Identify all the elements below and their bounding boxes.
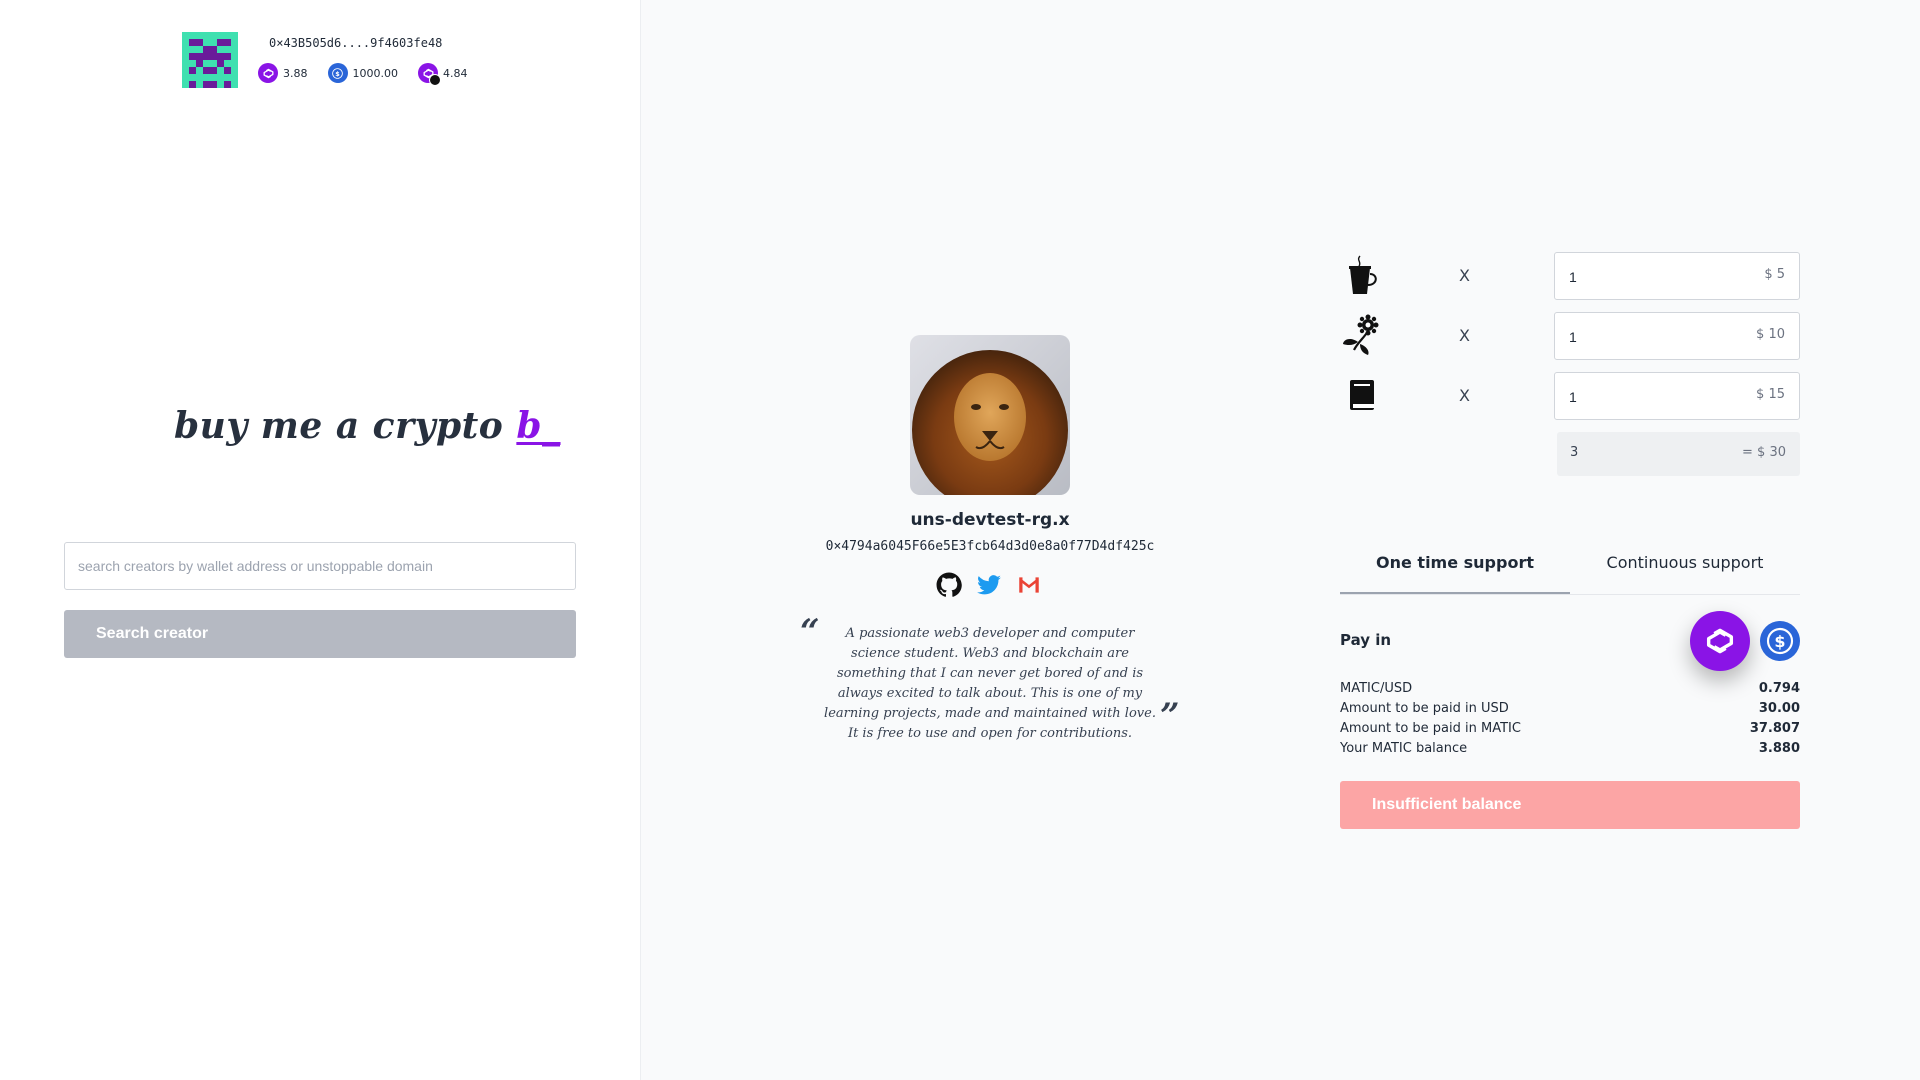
- quantity-input[interactable]: [1555, 313, 1731, 361]
- balance-value: 1000.00: [352, 66, 399, 80]
- item-price: $ 5: [1764, 267, 1785, 282]
- quote-close-icon: ”: [1160, 696, 1180, 736]
- summary-label: MATIC/USD: [1340, 681, 1413, 696]
- summary-row: Amount to be paid in MATIC 37.807: [1340, 721, 1800, 741]
- svg-text:$: $: [1774, 632, 1785, 651]
- twitter-icon[interactable]: [976, 572, 1002, 598]
- wallet-avatar[interactable]: [182, 32, 238, 88]
- creator-avatar: [910, 335, 1070, 495]
- wallet-balances: 3.88 $ 1000.00 4.84: [258, 63, 468, 86]
- balance-value: 4.84: [443, 66, 468, 80]
- summary-value: 37.807: [1749, 721, 1800, 736]
- creator-address[interactable]: 0×4794a6045F66e5E3fcb64d3d0e8a0f77D4df42…: [780, 539, 1200, 554]
- insufficient-balance-button[interactable]: Insufficient balance: [1340, 781, 1800, 829]
- polygon-icon: [1706, 628, 1734, 654]
- summary-label: Your MATIC balance: [1340, 741, 1468, 756]
- search-input[interactable]: [64, 542, 576, 590]
- total-summary: 3 = $ 30: [1557, 432, 1800, 476]
- social-links: [936, 572, 1042, 598]
- quantity-input[interactable]: [1555, 253, 1731, 301]
- gmail-icon[interactable]: [1016, 572, 1042, 598]
- svg-text:$: $: [335, 69, 340, 77]
- summary-label: Amount to be paid in MATIC: [1340, 721, 1521, 736]
- pay-matic-option[interactable]: [1690, 611, 1750, 671]
- left-pane: 0×43B505d6....9f4603fe48 3.88 $ 1000.00 …: [0, 0, 640, 1080]
- summary-value: 30.00: [1758, 701, 1800, 716]
- item-price: $ 10: [1756, 327, 1785, 342]
- summary-row: MATIC/USD 0.794: [1340, 681, 1800, 701]
- logo-text: buy me a crypto: [174, 405, 504, 447]
- app-logo[interactable]: buy me a crypto b_: [174, 405, 561, 447]
- github-icon[interactable]: [936, 572, 962, 598]
- quantity-input[interactable]: [1555, 373, 1731, 421]
- tab-continuous-support[interactable]: Continuous support: [1570, 544, 1800, 592]
- logo-accent: b_: [516, 405, 561, 447]
- summary-row: Amount to be paid in USD 30.00: [1340, 701, 1800, 721]
- balance-usdc: $ 1000.00: [327, 63, 399, 83]
- polygon-icon: [418, 63, 441, 86]
- coffee-icon: [1340, 254, 1382, 296]
- total-sum: = $ 30: [1742, 445, 1786, 460]
- coffee-quantity-field[interactable]: $ 5: [1554, 252, 1800, 301]
- polygon-icon: [258, 63, 278, 83]
- flower-quantity-field[interactable]: $ 10: [1554, 312, 1800, 361]
- summary-row: Your MATIC balance 3.880: [1340, 741, 1800, 761]
- summary-value: 0.794: [1758, 681, 1800, 696]
- payment-summary: MATIC/USD 0.794 Amount to be paid in USD 3…: [1340, 681, 1800, 761]
- creator-bio: A passionate web3 developer and computer…: [824, 626, 1156, 741]
- total-count: 3: [1570, 445, 1579, 460]
- item-price: $ 15: [1756, 387, 1785, 402]
- summary-label: Amount to be paid in USD: [1340, 701, 1509, 716]
- balance-value: 3.88: [283, 66, 308, 80]
- book-quantity-field[interactable]: $ 15: [1554, 372, 1800, 421]
- summary-value: 3.880: [1758, 741, 1800, 756]
- pay-in-label: Pay in: [1340, 631, 1392, 649]
- multiply-label: X: [1459, 386, 1470, 405]
- tab-one-time-support[interactable]: One time support: [1340, 544, 1570, 594]
- wrapped-badge-icon: [429, 74, 441, 86]
- multiply-label: X: [1459, 266, 1470, 285]
- quote-open-icon: “: [800, 612, 820, 652]
- flower-icon: [1340, 314, 1382, 356]
- usdc-icon: $: [327, 63, 348, 83]
- book-icon: [1340, 374, 1382, 416]
- pay-usdc-option[interactable]: $: [1760, 621, 1800, 661]
- usdc-icon: $: [1766, 627, 1794, 655]
- balance-wmatic: 4.84: [418, 63, 468, 86]
- search-creator-button[interactable]: Search creator: [64, 610, 576, 658]
- multiply-label: X: [1459, 326, 1470, 345]
- creator-name: uns-devtest-rg.x: [910, 510, 1070, 530]
- balance-matic: 3.88: [258, 63, 308, 83]
- support-tabs: One time support Continuous support: [1340, 544, 1800, 595]
- wallet-address[interactable]: 0×43B505d6....9f4603fe48: [269, 36, 442, 50]
